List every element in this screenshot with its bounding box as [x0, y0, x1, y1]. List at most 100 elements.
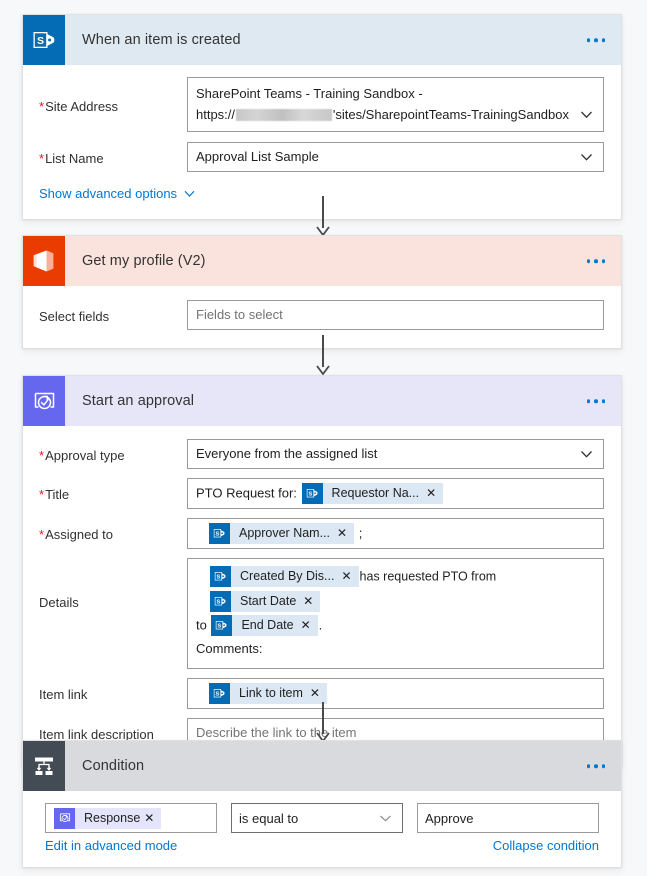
token-label: End Date [241, 617, 294, 632]
close-icon[interactable]: ✕ [341, 566, 358, 587]
token-chip-start-date[interactable]: S Start Date ✕ [210, 590, 321, 612]
token-label: Approver Nam... [239, 526, 331, 540]
field-label-title: *Title [39, 487, 70, 502]
sharepoint-icon: S [209, 683, 230, 705]
required-asterisk: * [39, 151, 45, 166]
details-static-text-1: has requested PTO from [359, 569, 497, 584]
close-icon[interactable]: ✕ [301, 615, 318, 636]
flow-step-card-condition[interactable]: Condition Response ✕ is equal to Approve… [22, 740, 622, 868]
sharepoint-icon: S [23, 15, 65, 65]
field-label-select-fields: Select fields [39, 309, 110, 324]
condition-operator-dropdown[interactable]: is equal to [231, 803, 403, 833]
card-title: Start an approval [82, 393, 195, 409]
field-label-item-link: Item link [39, 687, 88, 703]
redacted-domain [236, 109, 332, 121]
assigned-to-token-input[interactable]: S Approver Nam... ✕ ; [187, 518, 604, 549]
sharepoint-icon: S [211, 614, 233, 636]
close-icon[interactable]: ✕ [144, 808, 161, 829]
field-label-list-name: *List Name [39, 151, 104, 166]
title-token-input[interactable]: PTO Request for: S Requestor Na... ✕ [187, 478, 604, 509]
title-static-text: PTO Request for: [196, 485, 297, 501]
details-line-1: S Created By Dis... ✕ has requested PTO … [196, 564, 595, 613]
details-comments-label: Comments: [196, 641, 263, 657]
condition-right-operand-input[interactable]: Approve [417, 803, 599, 833]
form-row-approval-type: *Approval type Everyone from the assigne… [23, 426, 621, 469]
svg-text:S: S [216, 531, 220, 537]
select-fields-placeholder: Fields to select [196, 307, 283, 322]
token-label: Created By Dis... [240, 569, 335, 584]
close-icon[interactable]: ✕ [310, 683, 327, 704]
token-chip-created-by-display-name[interactable]: S Created By Dis... ✕ [210, 566, 359, 588]
list-name-value: Approval List Sample [196, 149, 319, 164]
token-chip-end-date[interactable]: S End Date ✕ [211, 614, 318, 636]
token-chip-link-to-item[interactable]: S Link to item ✕ [209, 683, 327, 705]
card-header[interactable]: Condition [23, 741, 621, 791]
approval-type-dropdown[interactable]: Everyone from the assigned list [187, 439, 604, 469]
flow-connector-arrow [316, 335, 330, 376]
field-label-assigned-to: *Assigned to [39, 527, 113, 542]
details-static-text-3: . [318, 617, 323, 633]
field-label-approval-type: *Approval type [39, 448, 125, 463]
card-title: Get my profile (V2) [82, 253, 206, 269]
chevron-down-icon[interactable] [579, 150, 594, 165]
required-asterisk: * [39, 448, 45, 463]
show-advanced-options-label: Show advanced options [39, 186, 178, 201]
token-chip-response[interactable]: Response ✕ [54, 807, 162, 829]
close-icon[interactable]: ✕ [337, 523, 354, 544]
close-icon[interactable]: ✕ [426, 483, 443, 504]
form-row-assigned-to: *Assigned to S Approver Nam... ✕ ; [23, 509, 621, 549]
list-name-dropdown[interactable]: Approval List Sample [187, 142, 604, 172]
office365-icon [23, 236, 65, 286]
field-label-details: Details [39, 595, 79, 610]
token-label: Link to item [239, 686, 303, 701]
site-address-dropdown[interactable]: SharePoint Teams - Training Sandbox - ht… [187, 77, 604, 132]
more-options-button[interactable] [585, 393, 608, 409]
svg-text:S: S [217, 599, 221, 605]
token-label: Start Date [240, 593, 297, 608]
chevron-down-icon[interactable] [579, 107, 594, 122]
sharepoint-icon: S [209, 523, 230, 544]
condition-right-value: Approve [425, 810, 474, 826]
site-address-line2: https:// 'sites/SharepointTeams-Training… [196, 106, 569, 124]
svg-text:S: S [308, 491, 312, 497]
token-chip-approver-name[interactable]: S Approver Nam... ✕ [209, 523, 355, 544]
select-fields-input[interactable]: Fields to select [187, 300, 604, 330]
close-icon[interactable]: ✕ [303, 591, 320, 612]
required-asterisk: * [39, 487, 45, 502]
chevron-down-icon[interactable] [378, 811, 393, 826]
form-row-details: Details S Created By Dis... ✕ has reques… [23, 549, 621, 670]
required-asterisk: * [39, 99, 45, 114]
site-address-line1: SharePoint Teams - Training Sandbox - [196, 86, 423, 101]
item-link-description-placeholder: Describe the link to the item [196, 725, 357, 741]
more-options-button[interactable] [585, 253, 608, 269]
condition-operator-value: is equal to [239, 810, 299, 826]
card-header[interactable]: Get my profile (V2) [23, 236, 621, 286]
card-body: Response ✕ is equal to Approve Edit in a… [23, 791, 621, 867]
edit-in-advanced-mode-link[interactable]: Edit in advanced mode [45, 838, 177, 853]
flow-step-card-get-my-profile[interactable]: Get my profile (V2) Select fields Fields… [22, 235, 622, 349]
collapse-condition-link[interactable]: Collapse condition [493, 838, 599, 853]
item-link-token-input[interactable]: S Link to item ✕ [187, 678, 604, 710]
chevron-down-icon[interactable] [579, 447, 594, 462]
card-header[interactable]: S When an item is created [23, 15, 621, 65]
form-row-title: *Title PTO Request for: S Requestor Na..… [23, 469, 621, 509]
flow-step-card-when-an-item-is-created[interactable]: S When an item is created *Site Address … [22, 14, 622, 220]
sharepoint-icon: S [210, 566, 231, 588]
site-address-url-prefix: https:// [196, 107, 236, 122]
condition-links-row: Edit in advanced mode Collapse condition [23, 833, 621, 867]
card-header[interactable]: Start an approval [23, 376, 621, 426]
flow-designer-canvas: S When an item is created *Site Address … [0, 0, 647, 876]
details-line-2: to S End Date ✕ . [196, 613, 595, 638]
details-static-text-2: to [196, 617, 207, 633]
more-options-button[interactable] [585, 32, 608, 48]
card-title: When an item is created [82, 32, 241, 48]
svg-text:S: S [218, 623, 222, 629]
token-chip-requestor-name[interactable]: S Requestor Na... ✕ [301, 483, 444, 504]
approval-type-value: Everyone from the assigned list [196, 446, 378, 461]
details-token-input[interactable]: S Created By Dis... ✕ has requested PTO … [187, 558, 604, 670]
more-options-button[interactable] [585, 758, 608, 774]
show-advanced-options-link[interactable]: Show advanced options [39, 186, 196, 201]
token-label: Requestor Na... [331, 486, 420, 500]
condition-left-operand-input[interactable]: Response ✕ [45, 803, 217, 833]
sharepoint-icon: S [301, 483, 323, 504]
